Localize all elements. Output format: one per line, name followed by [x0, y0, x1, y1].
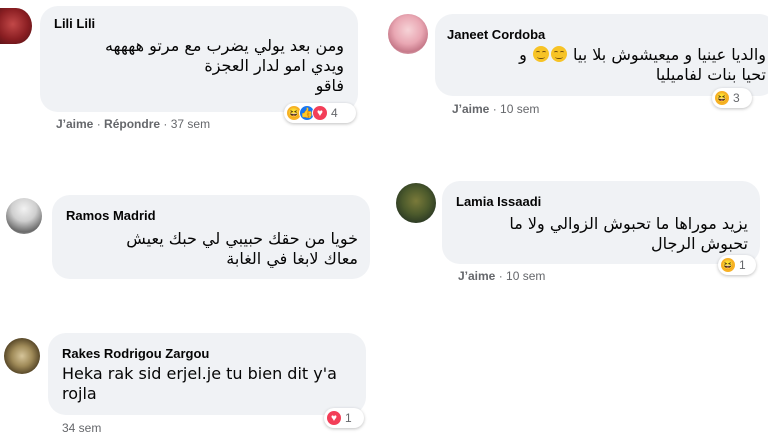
love-icon: ♥	[312, 105, 328, 121]
love-icon: ♥	[326, 410, 342, 426]
comment-actions: J’aime · 10 sem	[458, 269, 546, 283]
comment-actions: J’aime · Répondre · 37 sem	[56, 117, 211, 131]
reply-button[interactable]: Répondre	[104, 117, 160, 131]
avatar[interactable]	[0, 8, 32, 44]
reaction-count: 4	[331, 106, 338, 120]
reaction-count: 3	[733, 91, 740, 105]
like-button[interactable]: J’aime	[452, 102, 489, 116]
timestamp[interactable]: 10 sem	[506, 269, 545, 283]
reactions-summary[interactable]: 😆 👍 ♥ 4	[284, 103, 356, 123]
comment-author[interactable]: Lili Lili	[54, 16, 95, 31]
smiling-face-icon	[532, 46, 549, 62]
comment-actions: 34 sem	[62, 421, 101, 435]
haha-icon: 😆	[714, 90, 730, 106]
comment-actions: J’aime · 10 sem	[452, 102, 540, 116]
reaction-count: 1	[345, 411, 352, 425]
like-button[interactable]: J’aime	[458, 269, 495, 283]
like-button[interactable]: J’aime	[56, 117, 93, 131]
comment-text: ومن بعد يولي يضرب مع مرتو ههههه ويدي امو…	[104, 36, 344, 95]
avatar[interactable]	[6, 198, 42, 234]
comment-text: يزيد موراها ما تحبوش الزوالي ولا ما تحبو…	[509, 214, 748, 253]
reactions-summary[interactable]: 😆 3	[712, 88, 752, 108]
comment-text: خويا من حقك حبيبي لي حبك يعيش معاك لابغا…	[126, 229, 358, 268]
timestamp[interactable]: 10 sem	[500, 102, 539, 116]
comment-text: Heka rak sid erjel.je tu bien dit y'a ro…	[62, 364, 337, 403]
timestamp[interactable]: 34 sem	[62, 421, 101, 435]
timestamp[interactable]: 37 sem	[171, 117, 210, 131]
haha-icon: 😆	[720, 257, 736, 273]
reaction-count: 1	[739, 258, 746, 272]
avatar[interactable]	[396, 183, 436, 223]
comment-author[interactable]: Janeet Cordoba	[447, 27, 545, 42]
comment-author[interactable]: Ramos Madrid	[66, 208, 156, 223]
comment-author[interactable]: Rakes Rodrigou Zargou	[62, 346, 209, 361]
smiling-face-icon	[550, 46, 567, 62]
reactions-summary[interactable]: 😆 1	[718, 255, 756, 275]
avatar[interactable]	[4, 338, 40, 374]
comment-author[interactable]: Lamia Issaadi	[456, 194, 541, 209]
reactions-summary[interactable]: ♥ 1	[324, 408, 364, 428]
comment-text: والديا عينيا و ميعيشوش بلا بيا و تحيا بن…	[519, 45, 766, 84]
avatar[interactable]	[388, 14, 428, 54]
